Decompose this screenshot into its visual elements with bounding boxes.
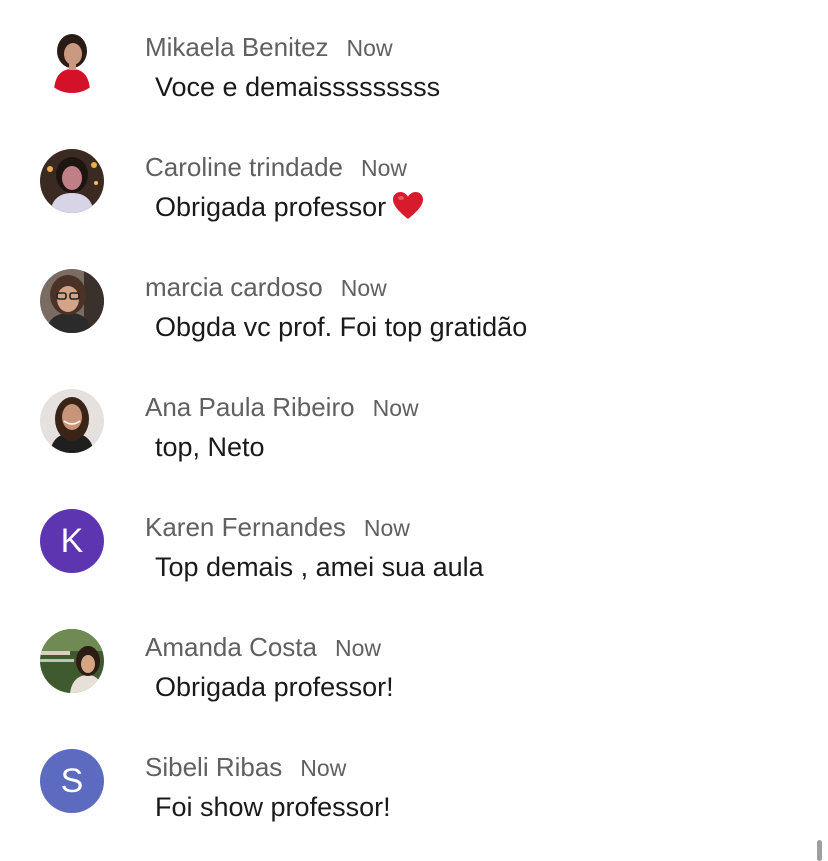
comment-item: K Karen Fernandes Now Top demais , amei s… bbox=[0, 509, 812, 619]
avatar[interactable] bbox=[40, 629, 104, 693]
comment-text: top, Neto bbox=[155, 432, 265, 462]
commenter-name[interactable]: Amanda Costa bbox=[145, 632, 317, 662]
commenter-name[interactable]: Sibeli Ribas bbox=[145, 752, 282, 782]
timestamp: Now bbox=[361, 155, 408, 181]
timestamp: Now bbox=[346, 35, 393, 61]
comment-item: S Sibeli Ribas Now Foi show professor! bbox=[0, 749, 812, 859]
comment-text: Obgda vc prof. Foi top gratidão bbox=[155, 312, 528, 342]
commenter-name[interactable]: Caroline trindade bbox=[145, 152, 343, 182]
comment-text: Obrigada professor! bbox=[155, 672, 394, 702]
comment-item: Amanda Costa Now Obrigada professor! bbox=[0, 629, 812, 739]
timestamp: Now bbox=[363, 515, 410, 541]
avatar[interactable] bbox=[40, 29, 104, 93]
timestamp: Now bbox=[372, 395, 419, 421]
timestamp: Now bbox=[340, 275, 387, 301]
commenter-name[interactable]: Mikaela Benitez bbox=[145, 32, 329, 62]
timestamp: Now bbox=[334, 635, 381, 661]
timestamp: Now bbox=[300, 755, 347, 781]
comment-text: Foi show professor! bbox=[155, 792, 391, 822]
comment-item: Caroline trindade Now Obrigada professor bbox=[0, 149, 812, 259]
comment-item: Mikaela Benitez Now Voce e demaisssssssss bbox=[0, 29, 812, 139]
commenter-name[interactable]: marcia cardoso bbox=[145, 272, 323, 302]
avatar[interactable]: S bbox=[40, 749, 104, 813]
commenter-name[interactable]: Ana Paula Ribeiro bbox=[145, 392, 355, 422]
avatar[interactable]: K bbox=[40, 509, 104, 573]
avatar[interactable] bbox=[40, 269, 104, 333]
scrollbar[interactable] bbox=[817, 840, 822, 861]
comment-text: Voce e demaisssssssss bbox=[155, 72, 441, 102]
avatar[interactable] bbox=[40, 149, 104, 213]
avatar[interactable] bbox=[40, 389, 104, 453]
comment-text: Obrigada professor bbox=[155, 192, 387, 222]
chat-comment-list: Mikaela Benitez Now Voce e demaisssssssss… bbox=[0, 0, 828, 861]
comment-item: marcia cardoso Now Obgda vc prof. Foi top… bbox=[0, 269, 812, 379]
commenter-name[interactable]: Karen Fernandes bbox=[145, 512, 346, 542]
heart-emoji-icon bbox=[392, 191, 424, 229]
comment-item: Ana Paula Ribeiro Now top, Neto bbox=[0, 389, 812, 499]
comment-text: Top demais , amei sua aula bbox=[155, 552, 484, 582]
